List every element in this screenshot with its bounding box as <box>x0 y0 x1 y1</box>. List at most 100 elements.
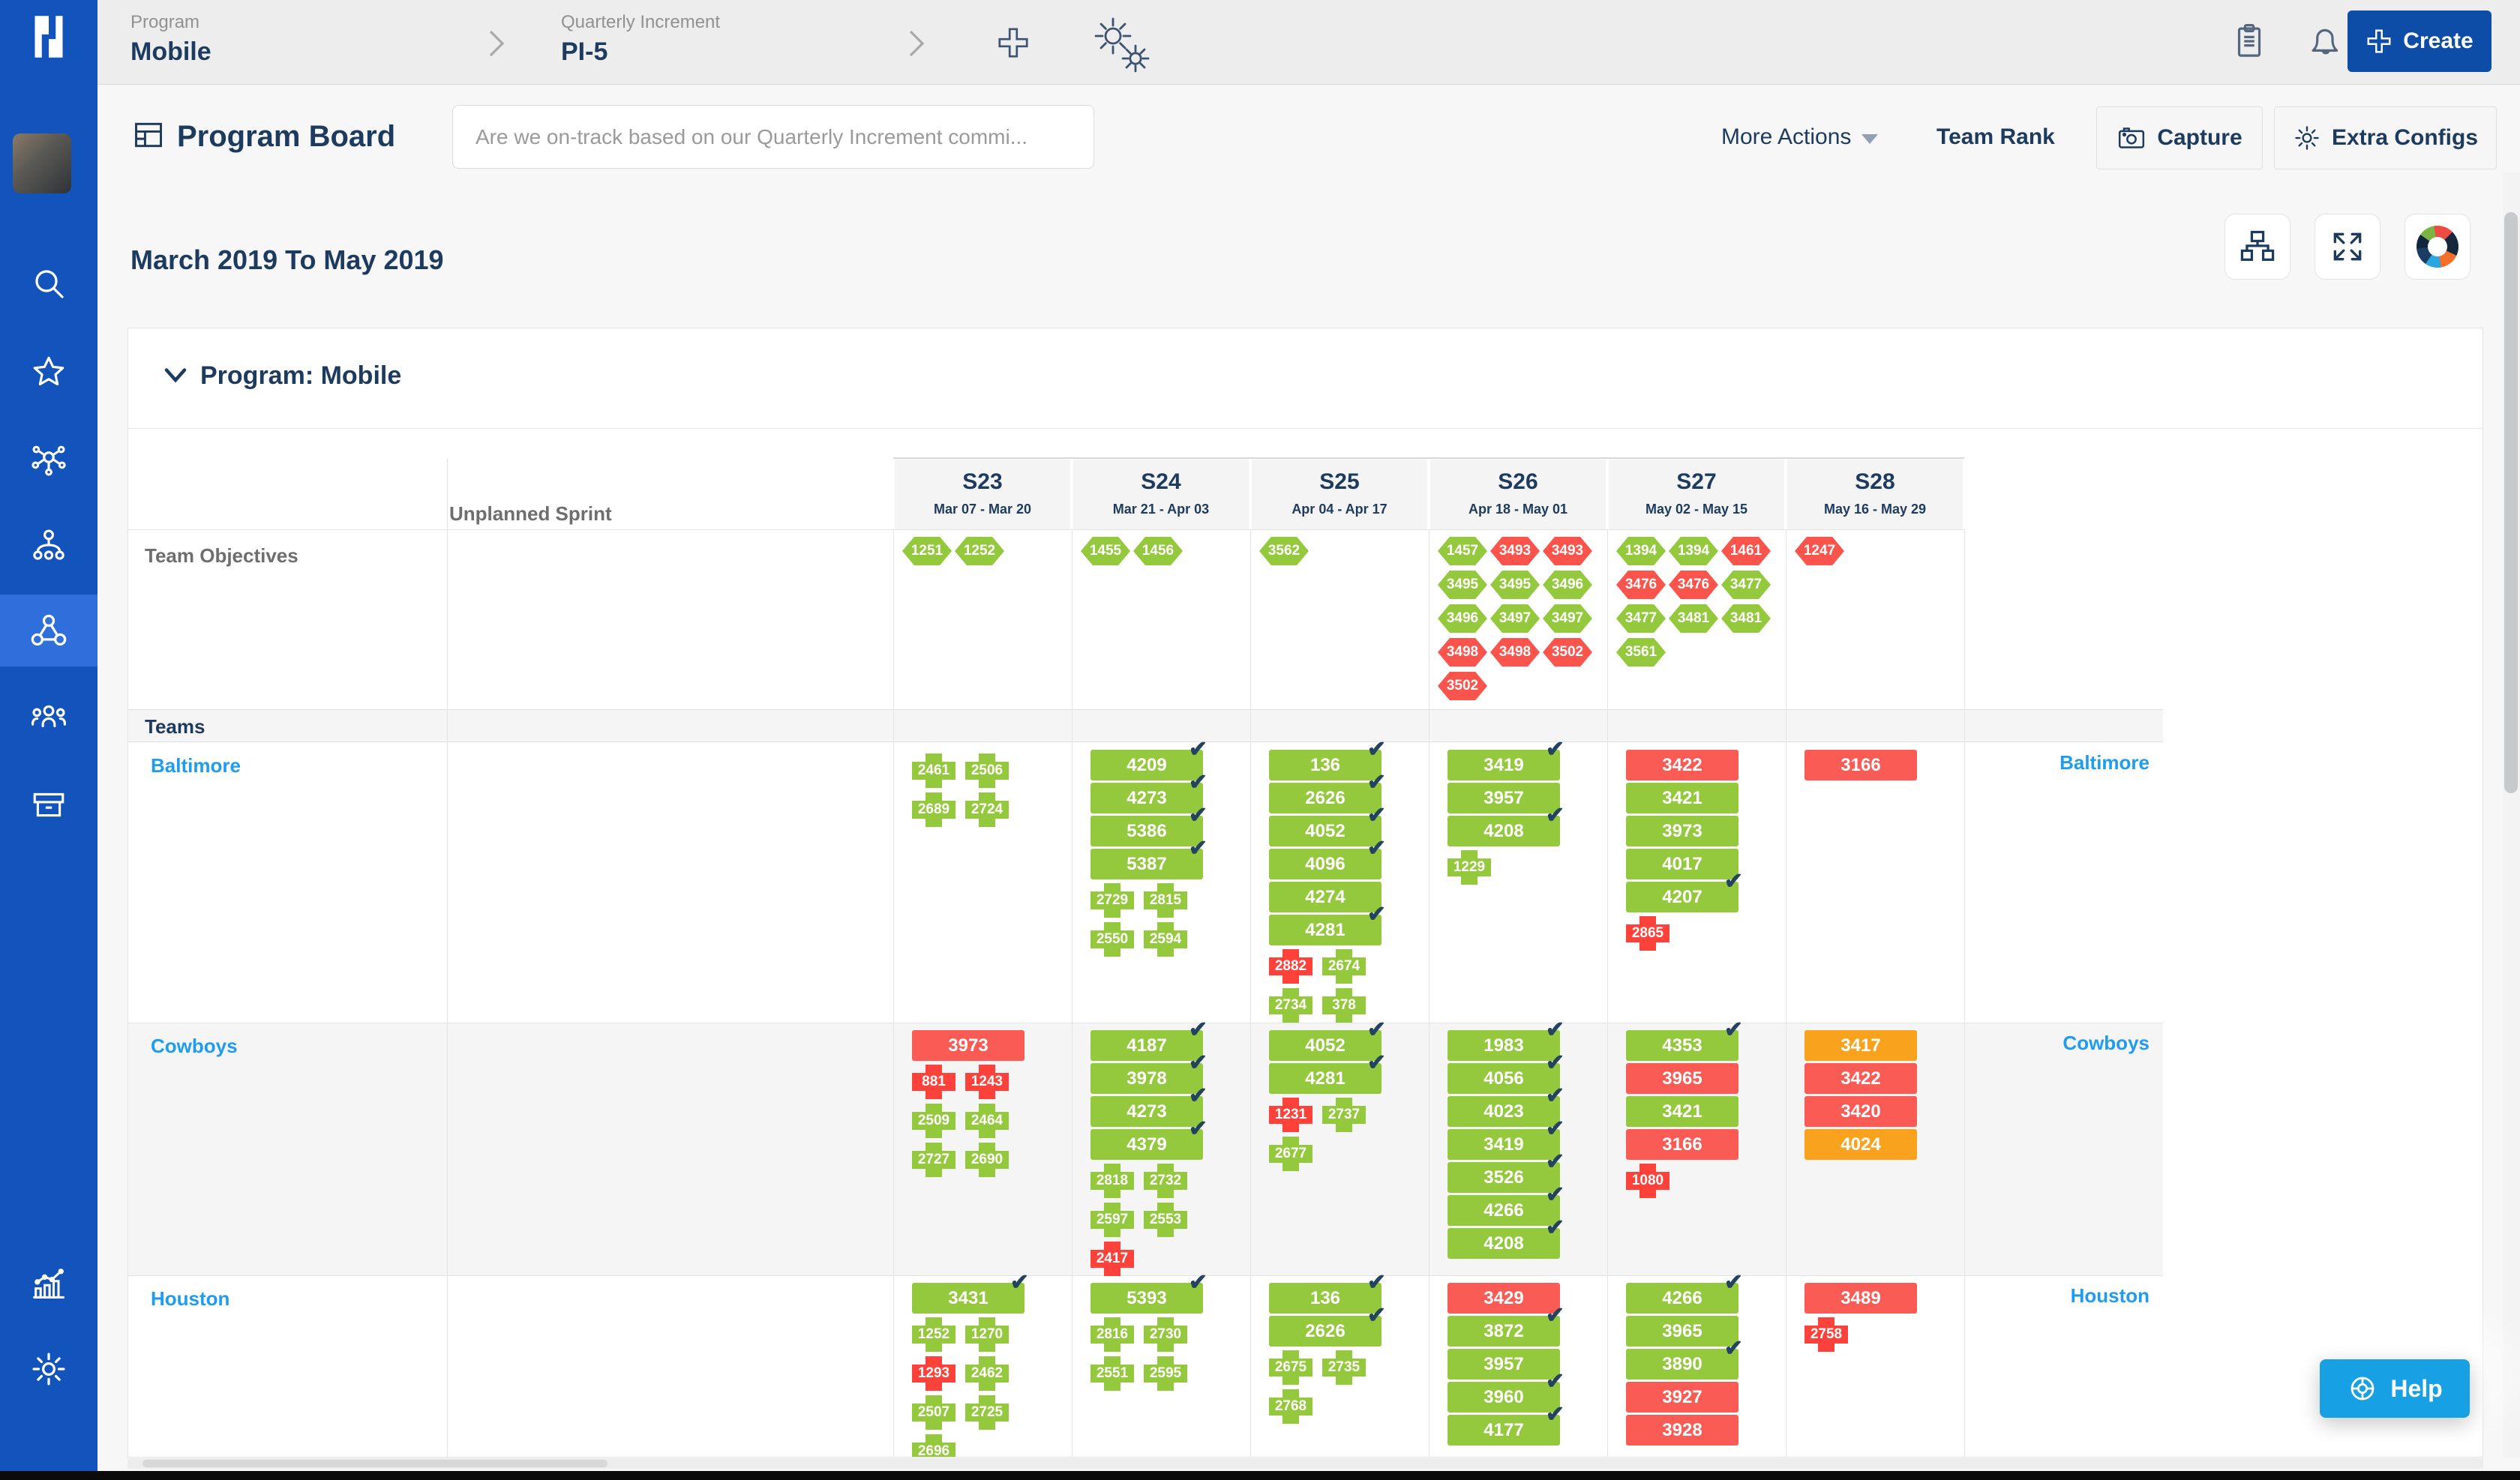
objective-hexagon[interactable]: 3498 <box>1490 638 1540 667</box>
story-tile[interactable]: 2595 <box>1144 1356 1187 1391</box>
feature-tile[interactable]: 3973 <box>912 1030 1024 1061</box>
feature-tile[interactable]: 4353 ✔ <box>1626 1019 1743 1061</box>
feature-tile[interactable]: 2626 ✔ <box>1269 771 1386 813</box>
sidebar-item-search[interactable] <box>0 247 98 319</box>
sidebar-item-favorites[interactable] <box>0 336 98 408</box>
sidebar-item-network[interactable] <box>0 423 98 495</box>
feature-tile[interactable]: 4281 ✔ <box>1269 903 1386 945</box>
objective-hexagon[interactable]: 3477 <box>1721 571 1771 599</box>
feature-tile[interactable]: 3419 ✔ <box>1448 1118 1564 1160</box>
objective-hexagon[interactable]: 3493 <box>1490 537 1540 565</box>
sidebar-item-hierarchy[interactable] <box>0 510 98 582</box>
story-tile[interactable]: 2729 <box>1090 883 1134 918</box>
feature-tile[interactable]: 3422 <box>1626 750 1738 780</box>
team-name-link[interactable]: Baltimore <box>151 754 241 777</box>
feature-tile[interactable]: 3526 ✔ <box>1448 1151 1564 1193</box>
feature-tile[interactable]: 136 ✔ <box>1269 739 1386 780</box>
feature-tile[interactable]: 3927 <box>1626 1382 1738 1413</box>
sidebar-item-program-board[interactable] <box>0 595 98 667</box>
feature-tile[interactable]: 1983 ✔ <box>1448 1019 1564 1061</box>
story-tile[interactable]: 2730 <box>1144 1317 1187 1352</box>
capture-button[interactable]: Capture <box>2096 106 2263 169</box>
story-tile[interactable]: 2597 <box>1090 1203 1134 1237</box>
sitemap-view-button[interactable] <box>2224 214 2290 280</box>
story-tile[interactable]: 2550 <box>1090 922 1134 957</box>
feature-tile[interactable]: 3928 <box>1626 1415 1738 1446</box>
feature-tile[interactable]: 4052 ✔ <box>1269 804 1386 846</box>
sidebar-item-archive[interactable] <box>0 769 98 841</box>
story-tile[interactable]: 2464 <box>965 1104 1009 1138</box>
objective-hexagon[interactable]: 3561 <box>1616 638 1666 667</box>
help-button[interactable]: Help <box>2320 1359 2470 1418</box>
feature-tile[interactable]: 3417 <box>1804 1030 1917 1061</box>
feature-tile[interactable]: 4273 ✔ <box>1090 1085 1208 1127</box>
sprint-column-header[interactable]: S24 Mar 21 - Apr 03 <box>1073 460 1249 529</box>
story-tile[interactable]: 2689 <box>912 792 956 827</box>
objective-hexagon[interactable]: 3495 <box>1490 571 1540 599</box>
color-wheel-button[interactable] <box>2404 214 2470 280</box>
feature-tile[interactable]: 4379 ✔ <box>1090 1118 1208 1160</box>
objective-hexagon[interactable]: 3562 <box>1259 537 1309 565</box>
feature-tile[interactable]: 4187 ✔ <box>1090 1019 1208 1061</box>
feature-tile[interactable]: 4208 ✔ <box>1448 1217 1564 1259</box>
story-tile[interactable]: 2677 <box>1269 1137 1312 1171</box>
story-tile[interactable]: 2724 <box>965 792 1009 827</box>
feature-tile[interactable]: 4274 <box>1269 882 1382 912</box>
horizontal-scrollbar[interactable] <box>128 1458 2483 1469</box>
story-tile[interactable]: 2417 <box>1090 1242 1134 1276</box>
objective-hexagon[interactable]: 3481 <box>1669 604 1718 633</box>
feature-tile[interactable]: 3890 ✔ <box>1626 1338 1743 1380</box>
feature-tile[interactable]: 5387 ✔ <box>1090 837 1208 879</box>
feature-tile[interactable]: 4177 ✔ <box>1448 1404 1564 1446</box>
objective-hexagon[interactable]: 3497 <box>1490 604 1540 633</box>
objective-hexagon[interactable]: 3502 <box>1543 638 1592 667</box>
story-tile[interactable]: 2737 <box>1322 1098 1366 1132</box>
feature-tile[interactable]: 3431 ✔ <box>912 1272 1029 1314</box>
objective-hexagon[interactable]: 1456 <box>1133 537 1183 565</box>
feature-tile[interactable]: 3973 <box>1626 816 1738 846</box>
feature-tile[interactable]: 5386 ✔ <box>1090 804 1208 846</box>
team-name-link[interactable]: Houston <box>151 1287 230 1311</box>
objective-hexagon[interactable]: 1394 <box>1616 537 1666 565</box>
feature-tile[interactable]: 3960 ✔ <box>1448 1371 1564 1413</box>
story-tile[interactable]: 1229 <box>1448 850 1491 885</box>
objective-hexagon[interactable]: 3497 <box>1543 604 1592 633</box>
objective-hexagon[interactable]: 3496 <box>1438 604 1487 633</box>
feature-tile[interactable]: 3965 <box>1626 1063 1738 1094</box>
objective-hexagon[interactable]: 1457 <box>1438 537 1487 565</box>
story-tile[interactable]: 2553 <box>1144 1203 1187 1237</box>
objective-hexagon[interactable]: 1394 <box>1669 537 1718 565</box>
sidebar-item-analytics[interactable] <box>0 1248 98 1320</box>
team-rank-button[interactable]: Team Rank <box>1936 124 2055 150</box>
sidebar-item-settings[interactable] <box>0 1333 98 1405</box>
objective-hexagon[interactable]: 1461 <box>1721 537 1771 565</box>
feature-tile[interactable]: 3965 <box>1626 1316 1738 1347</box>
feature-tile[interactable]: 3422 <box>1804 1063 1917 1094</box>
objective-hexagon[interactable]: 3493 <box>1543 537 1592 565</box>
story-tile[interactable]: 1243 <box>965 1065 1009 1099</box>
objective-hexagon[interactable]: 3477 <box>1616 604 1666 633</box>
feature-tile[interactable]: 4024 <box>1804 1129 1917 1160</box>
team-name-link-right[interactable]: Cowboys <box>1958 1032 2150 1055</box>
story-tile[interactable]: 2818 <box>1090 1164 1134 1198</box>
feature-tile[interactable]: 3957 <box>1448 1349 1560 1380</box>
story-tile[interactable]: 2758 <box>1804 1317 1848 1352</box>
feature-tile[interactable]: 3978 ✔ <box>1090 1052 1208 1094</box>
story-tile[interactable]: 2882 <box>1269 949 1312 984</box>
extra-configs-button[interactable]: Extra Configs <box>2274 106 2497 169</box>
feature-tile[interactable]: 3429 <box>1448 1283 1560 1314</box>
feature-tile[interactable]: 3489 <box>1804 1283 1917 1314</box>
horizontal-scrollbar-thumb[interactable] <box>142 1460 608 1467</box>
story-tile[interactable]: 378 <box>1322 988 1366 1023</box>
feature-tile[interactable]: 3420 <box>1804 1096 1917 1127</box>
feature-tile[interactable]: 5393 ✔ <box>1090 1272 1208 1314</box>
clipboard-icon[interactable] <box>2229 21 2270 61</box>
sprint-column-header[interactable]: S28 May 16 - May 29 <box>1787 460 1963 529</box>
gears-icon[interactable] <box>1089 15 1150 75</box>
feature-tile[interactable]: 3872 ✔ <box>1448 1305 1564 1347</box>
story-tile[interactable]: 2509 <box>912 1104 956 1138</box>
add-icon[interactable] <box>996 25 1030 60</box>
feature-tile[interactable]: 2626 ✔ <box>1269 1305 1386 1347</box>
bell-icon[interactable] <box>2306 21 2346 61</box>
story-tile[interactable]: 1080 <box>1626 1164 1670 1198</box>
